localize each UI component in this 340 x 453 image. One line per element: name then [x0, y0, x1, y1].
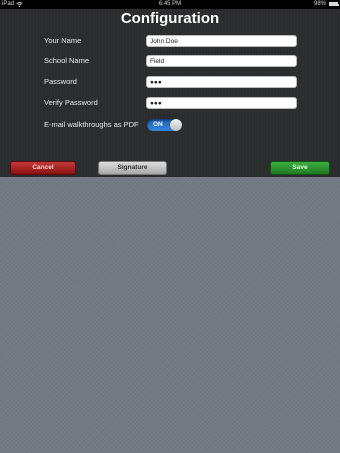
school-name-input[interactable]	[146, 55, 297, 67]
page-title: Configuration	[120, 10, 220, 27]
signature-button[interactable]: Signature	[98, 161, 167, 175]
email-pdf-label: E-mail walkthroughs as PDF	[44, 120, 139, 129]
battery-fill	[330, 3, 337, 5]
background-area	[0, 177, 340, 453]
verify-password-label: Verify Password	[44, 98, 98, 107]
clock-time: 6:45 PM	[158, 1, 182, 7]
password-label: Password	[44, 77, 77, 86]
toggle-knob	[170, 119, 182, 131]
your-name-row: Your Name	[0, 34, 340, 48]
cancel-button[interactable]: Cancel	[10, 161, 76, 175]
toggle-state-label: ON	[153, 121, 163, 128]
verify-password-input[interactable]	[146, 97, 297, 109]
school-name-label: School Name	[44, 56, 90, 65]
battery-icon	[329, 2, 339, 6]
password-row: Password	[0, 75, 340, 89]
email-pdf-row: E-mail walkthroughs as PDF ON	[0, 118, 340, 132]
status-bar: iPad 6:45 PM 98%	[0, 0, 340, 9]
password-input[interactable]	[146, 76, 297, 88]
your-name-input[interactable]	[146, 35, 297, 47]
your-name-label: Your Name	[44, 36, 82, 45]
verify-password-row: Verify Password	[0, 96, 340, 110]
save-button[interactable]: Save	[270, 161, 330, 175]
school-name-row: School Name	[0, 54, 340, 68]
email-pdf-toggle[interactable]: ON	[147, 119, 182, 131]
configuration-panel: Configuration Your Name School Name Pass…	[0, 9, 340, 177]
battery-percentage: 98%	[313, 1, 326, 7]
